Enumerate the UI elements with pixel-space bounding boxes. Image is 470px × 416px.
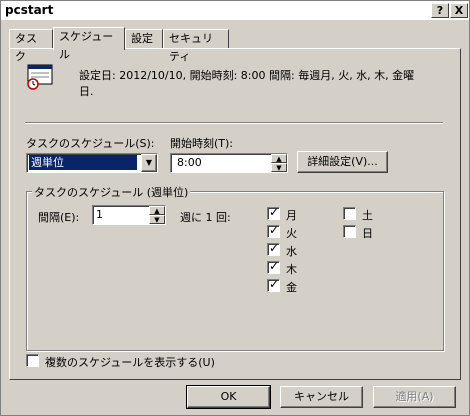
checkmark-icon: ✓ bbox=[269, 259, 280, 273]
checkmark-icon: ✓ bbox=[269, 223, 280, 237]
window-title: pcstart bbox=[5, 3, 54, 17]
day-label: 土 bbox=[362, 209, 373, 222]
spin-up-icon[interactable]: ▲ bbox=[271, 154, 287, 163]
day-tuesday-checkbox[interactable]: ✓ 火 bbox=[267, 223, 327, 241]
interval-unit-label: 週に 1 回: bbox=[180, 211, 231, 224]
checkmark-icon: ✓ bbox=[269, 205, 280, 219]
checkmark-icon: ✓ bbox=[269, 241, 280, 255]
close-button[interactable]: X bbox=[450, 3, 468, 18]
summary-line-2: 日. bbox=[79, 85, 94, 98]
spin-down-icon[interactable]: ▼ bbox=[149, 215, 165, 224]
tab-task[interactable]: タスク bbox=[9, 29, 53, 63]
interval-label: 間隔(E): bbox=[38, 211, 80, 224]
day-label: 金 bbox=[286, 281, 297, 294]
day-friday-checkbox[interactable]: ✓ 金 bbox=[267, 277, 327, 295]
tab-settings[interactable]: 設定 bbox=[125, 29, 163, 49]
tab-security[interactable]: セキュリティ bbox=[163, 29, 229, 63]
day-monday-checkbox[interactable]: ✓ 月 bbox=[267, 205, 327, 223]
schedule-panel: 設定日: 2012/10/10, 開始時刻: 8:00 間隔: 毎週月, 火, … bbox=[9, 48, 461, 380]
properties-dialog: pcstart ? X タスク スケジュール 設定 セキュリティ 設定日: 20… bbox=[0, 0, 470, 416]
chevron-down-icon[interactable]: ▼ bbox=[141, 154, 157, 172]
day-wednesday-checkbox[interactable]: ✓ 水 bbox=[267, 241, 327, 259]
day-label: 水 bbox=[286, 245, 297, 258]
start-time-spinner[interactable]: ▲ ▼ bbox=[271, 154, 287, 172]
calendar-clock-icon bbox=[25, 62, 55, 92]
day-saturday-checkbox[interactable]: 土 bbox=[343, 207, 403, 223]
start-time-input[interactable]: 8:00 ▲ ▼ bbox=[170, 153, 288, 173]
day-label: 日 bbox=[362, 227, 373, 240]
spin-up-icon[interactable]: ▲ bbox=[149, 206, 165, 215]
ok-button[interactable]: OK bbox=[186, 385, 271, 409]
day-thursday-checkbox[interactable]: ✓ 木 bbox=[267, 259, 327, 277]
help-button[interactable]: ? bbox=[431, 3, 449, 18]
day-label: 月 bbox=[286, 209, 297, 222]
schedule-type-select[interactable]: 週単位 ▼ bbox=[26, 153, 158, 173]
separator bbox=[25, 122, 443, 124]
day-label: 木 bbox=[286, 263, 297, 276]
start-time-label: 開始時刻(T): bbox=[170, 137, 234, 150]
summary-line-1: 設定日: 2012/10/10, 開始時刻: 8:00 間隔: 毎週月, 火, … bbox=[79, 69, 415, 82]
schedule-type-label: タスクのスケジュール(S): bbox=[26, 137, 155, 150]
interval-input[interactable]: 1 ▲ ▼ bbox=[92, 205, 166, 225]
schedule-summary: 設定日: 2012/10/10, 開始時刻: 8:00 間隔: 毎週月, 火, … bbox=[79, 67, 449, 99]
advanced-settings-button[interactable]: 詳細設定(V)... bbox=[297, 151, 388, 173]
day-label: 火 bbox=[286, 227, 297, 240]
cancel-button[interactable]: キャンセル bbox=[280, 386, 363, 408]
show-multiple-schedules-label: 複数のスケジュールを表示する(U) bbox=[45, 356, 215, 369]
schedule-type-value: 週単位 bbox=[29, 155, 137, 170]
interval-value: 1 bbox=[96, 208, 103, 221]
show-multiple-schedules-checkbox[interactable]: 複数のスケジュールを表示する(U) bbox=[26, 354, 246, 370]
spin-down-icon[interactable]: ▼ bbox=[271, 163, 287, 172]
weekly-group-title: タスクのスケジュール (週単位) bbox=[32, 184, 191, 200]
start-time-value: 8:00 bbox=[177, 156, 202, 169]
title-bar: pcstart ? X bbox=[1, 1, 469, 20]
interval-spinner[interactable]: ▲ ▼ bbox=[149, 206, 165, 224]
apply-button[interactable]: 適用(A) bbox=[373, 386, 456, 408]
checkmark-icon: ✓ bbox=[269, 277, 280, 291]
tab-schedule[interactable]: スケジュール bbox=[53, 27, 125, 61]
day-sunday-checkbox[interactable]: 日 bbox=[343, 225, 403, 241]
